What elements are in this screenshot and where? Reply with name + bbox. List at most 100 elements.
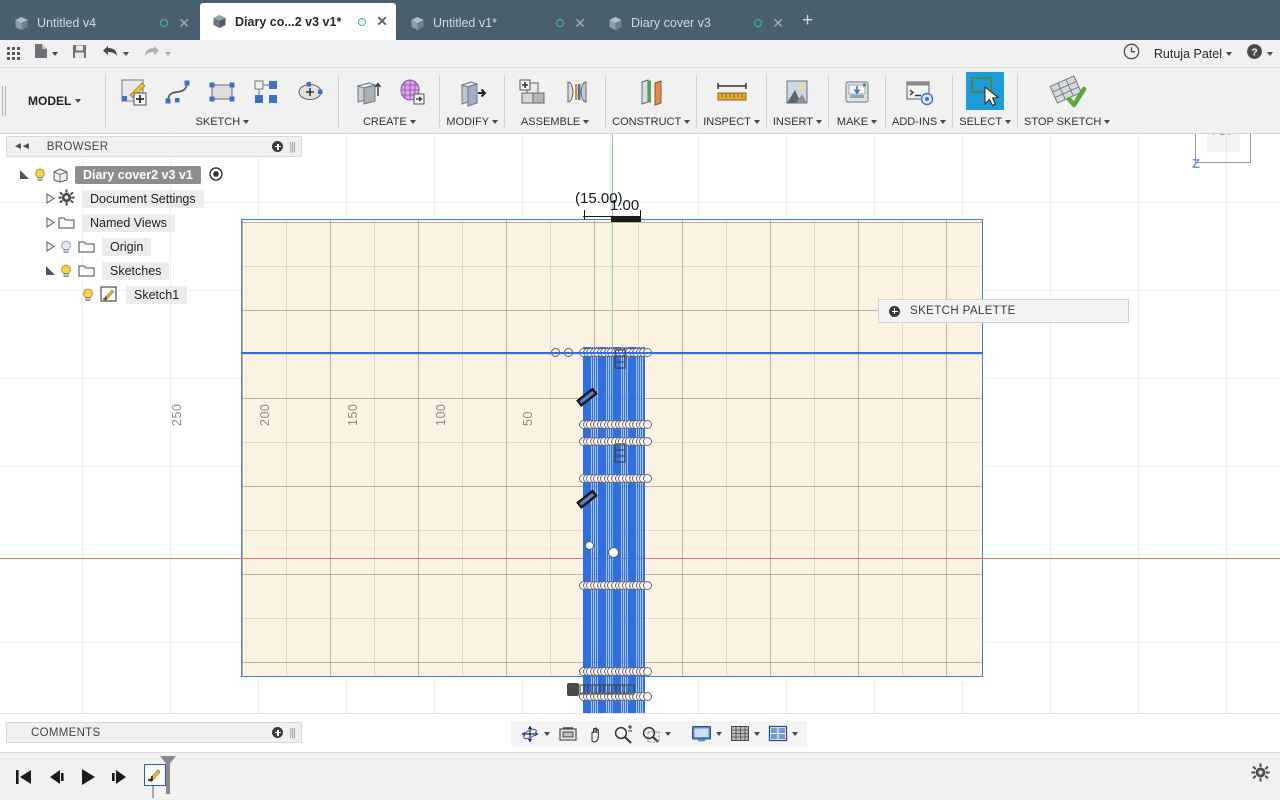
sketch-pattern-node[interactable] — [643, 437, 652, 446]
display-settings-button[interactable] — [688, 722, 725, 746]
chevron-down-icon[interactable] — [716, 732, 722, 736]
tree-item-root-component[interactable]: Diary cover2 v3 v1 — [6, 163, 302, 187]
sketch-palette-panel[interactable]: SKETCH PALETTE — [878, 299, 1129, 323]
sketch-point-origin-left[interactable] — [585, 541, 594, 550]
panel-resize-grip[interactable]: ||| — [289, 141, 296, 153]
stop-sketch-button[interactable] — [1045, 71, 1089, 113]
constraint-glyph-coincident-1[interactable] — [575, 384, 601, 413]
user-account-menu[interactable]: Rutuja Patel — [1147, 47, 1239, 61]
chevron-down-icon[interactable] — [754, 732, 760, 736]
constraint-glyph-pattern-1[interactable] — [566, 679, 636, 704]
chevron-down-icon[interactable] — [665, 732, 671, 736]
document-tab-1[interactable]: Diary co...2 v3 v1* ✕ — [200, 3, 396, 40]
ribbon-group-label-addins[interactable]: ADD-INS — [892, 112, 947, 132]
sketch-pattern-node[interactable] — [643, 667, 652, 676]
scripts-addins-button[interactable] — [897, 71, 941, 113]
timeline-feature-sketch1[interactable] — [144, 764, 166, 786]
step-back-button[interactable] — [40, 768, 72, 786]
sketch-pattern-node[interactable] — [643, 474, 652, 483]
create-mesh-button[interactable] — [389, 71, 433, 113]
file-menu-button[interactable] — [27, 40, 65, 67]
orbit-button[interactable] — [517, 722, 553, 746]
visibility-bulb-icon[interactable] — [32, 167, 48, 183]
tab-close-icon[interactable]: ✕ — [770, 15, 786, 32]
tab-close-icon[interactable]: ✕ — [572, 15, 588, 32]
view-cube[interactable]: TOP Y X Z — [1190, 134, 1256, 171]
insert-image-button[interactable] — [775, 71, 819, 113]
visibility-bulb-icon[interactable] — [58, 263, 74, 279]
ribbon-group-label-select[interactable]: SELECT — [959, 112, 1012, 132]
constraint-glyph-equal-mid[interactable] — [613, 442, 627, 467]
tree-item-origin[interactable]: Origin — [6, 235, 302, 259]
save-button[interactable] — [65, 40, 94, 67]
timeline-settings-button[interactable] — [1251, 763, 1270, 787]
expand-triangle-icon[interactable] — [42, 216, 58, 230]
constraint-glyph-equal-mid-2[interactable] — [613, 348, 627, 373]
extrude-button[interactable] — [345, 71, 389, 113]
sketch-horizontal-line-top[interactable] — [241, 352, 983, 354]
visibility-bulb-icon[interactable] — [58, 239, 74, 255]
zoom-button[interactable] — [610, 722, 636, 746]
zoom-window-button[interactable] — [638, 722, 674, 746]
ribbon-group-label-assemble[interactable]: ASSEMBLE — [521, 112, 590, 132]
visibility-bulb-icon[interactable] — [80, 287, 96, 303]
ribbon-group-label-sketch[interactable]: SKETCH — [196, 112, 250, 132]
ribbon-group-label-make[interactable]: MAKE — [837, 112, 878, 132]
jump-to-beginning-button[interactable] — [8, 768, 40, 786]
pattern-button[interactable] — [244, 71, 288, 113]
joint-button[interactable] — [555, 71, 599, 113]
look-at-button[interactable] — [555, 722, 581, 746]
document-tab-0[interactable]: Untitled v4 ✕ — [2, 6, 198, 40]
sketch-pattern-node[interactable] — [643, 692, 652, 701]
tree-item-document-settings[interactable]: Document Settings — [6, 187, 302, 211]
ellipse-button[interactable] — [288, 71, 332, 113]
redo-button[interactable] — [136, 40, 178, 67]
select-button[interactable] — [963, 71, 1007, 113]
tree-item-sketches[interactable]: Sketches — [6, 259, 302, 283]
viewports-button[interactable] — [765, 722, 801, 746]
tree-item-sketch1[interactable]: Sketch1 — [6, 283, 302, 307]
spline-button[interactable] — [156, 71, 200, 113]
undo-button[interactable] — [94, 40, 136, 67]
sketch-pattern-node[interactable] — [643, 420, 652, 429]
ribbon-group-label-modify[interactable]: MODIFY — [446, 112, 499, 132]
document-tab-2[interactable]: Untitled v1* ✕ — [398, 6, 594, 40]
new-component-button[interactable] — [511, 71, 555, 113]
sketch-pattern-node[interactable] — [643, 581, 652, 590]
dimension-driving-1[interactable]: 1.00 — [610, 197, 639, 214]
ribbon-group-label-create[interactable]: CREATE — [363, 112, 416, 132]
rectangle-button[interactable] — [200, 71, 244, 113]
plus-circle-icon[interactable] — [272, 727, 284, 738]
job-status-button[interactable] — [1116, 43, 1147, 65]
comments-panel[interactable]: COMMENTS ||| — [6, 722, 302, 743]
panel-resize-grip[interactable]: ||| — [289, 727, 296, 739]
sketch-point-origin-center[interactable] — [608, 547, 619, 558]
tab-close-icon[interactable]: ✕ — [374, 13, 390, 30]
ribbon-drag-handle[interactable] — [0, 68, 8, 133]
step-forward-button[interactable] — [104, 768, 136, 786]
expand-triangle-icon[interactable] — [42, 192, 58, 206]
collapse-left-icon[interactable]: ◄◄ — [13, 141, 31, 152]
show-data-panel-button[interactable] — [0, 40, 27, 67]
ribbon-group-label-insert[interactable]: INSERT — [773, 112, 823, 132]
ribbon-group-label-construct[interactable]: CONSTRUCT — [612, 112, 691, 132]
workspace-switcher[interactable]: MODEL — [8, 68, 101, 133]
activate-radio-icon[interactable] — [209, 166, 223, 184]
sketch-pattern-line[interactable] — [643, 347, 645, 714]
document-tab-3[interactable]: Diary cover v3 ✕ — [596, 6, 792, 40]
minus-circle-icon[interactable] — [272, 141, 284, 152]
expand-triangle-icon[interactable] — [42, 265, 58, 278]
play-button[interactable] — [72, 767, 104, 787]
ribbon-group-label-stop-sketch[interactable]: STOP SKETCH — [1024, 112, 1111, 132]
chevron-down-icon[interactable] — [544, 732, 550, 736]
offset-plane-button[interactable] — [629, 71, 673, 113]
new-tab-button[interactable]: + — [792, 6, 823, 40]
expand-triangle-icon[interactable] — [42, 240, 58, 254]
plus-circle-icon[interactable] — [889, 305, 900, 317]
measure-button[interactable] — [710, 71, 754, 113]
tree-item-named-views[interactable]: Named Views — [6, 211, 302, 235]
3d-print-button[interactable] — [835, 71, 879, 113]
expand-triangle-icon[interactable] — [16, 169, 32, 182]
help-menu-button[interactable]: ? — [1239, 43, 1280, 65]
grid-snaps-button[interactable] — [727, 722, 763, 746]
